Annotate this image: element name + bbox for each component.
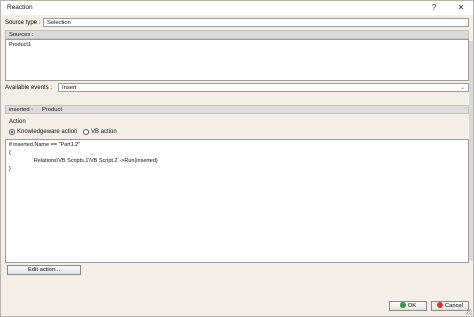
event-binding-strip: inserted : Product: [5, 105, 469, 114]
knowledgeware-action-label[interactable]: Knowledgeware action: [17, 129, 77, 135]
event-binding-label: inserted :: [9, 107, 33, 113]
check-icon: [399, 302, 406, 308]
source-type-select[interactable]: Selection: [43, 18, 469, 27]
code-line: `Relations\VB Scripts.1\VB Script.2`->Ru…: [9, 158, 158, 164]
edit-action-button[interactable]: Edit action...: [7, 265, 81, 275]
code-line: {: [9, 150, 11, 156]
chevron-down-icon[interactable]: ⌄: [460, 84, 465, 91]
title-bar: Reaction ? ✕: [1, 1, 473, 15]
reaction-dialog: Reaction ? ✕ Source type : Selection Sou…: [0, 0, 474, 317]
dialog-scrollbar[interactable]: [469, 41, 473, 261]
code-line: if inserted.Name == "Part1.2": [9, 142, 81, 148]
cancel-label: Cancel: [444, 303, 464, 309]
sources-list[interactable]: Product1: [5, 39, 469, 81]
cancel-icon: [436, 302, 443, 308]
sources-item[interactable]: Product1: [9, 41, 31, 49]
sources-header: Sources :: [5, 30, 469, 39]
action-code-editor[interactable]: if inserted.Name == "Part1.2" { `Relatio…: [5, 139, 469, 263]
available-events-label: Available events :: [5, 85, 52, 91]
sources-label: Sources :: [9, 32, 34, 38]
knowledgeware-action-radio[interactable]: [9, 129, 15, 135]
vb-action-label[interactable]: VB action: [91, 129, 117, 135]
ok-button[interactable]: OK: [389, 301, 427, 311]
available-events-value: Insert: [62, 85, 77, 91]
source-type-value: Selection: [47, 20, 71, 26]
available-events-select[interactable]: Insert ⌄: [58, 83, 469, 92]
code-line: }: [9, 166, 11, 172]
window-title: Reaction: [7, 4, 33, 11]
event-binding-value: Product: [42, 107, 62, 113]
source-type-label: Source type :: [5, 20, 41, 26]
action-group-label: Action: [9, 119, 26, 125]
close-button[interactable]: ✕: [452, 2, 470, 14]
help-button[interactable]: ?: [425, 2, 443, 14]
cancel-button[interactable]: Cancel: [431, 301, 469, 311]
ok-label: OK: [407, 303, 417, 309]
vb-action-radio[interactable]: [83, 129, 89, 135]
resize-grip[interactable]: [466, 309, 472, 315]
